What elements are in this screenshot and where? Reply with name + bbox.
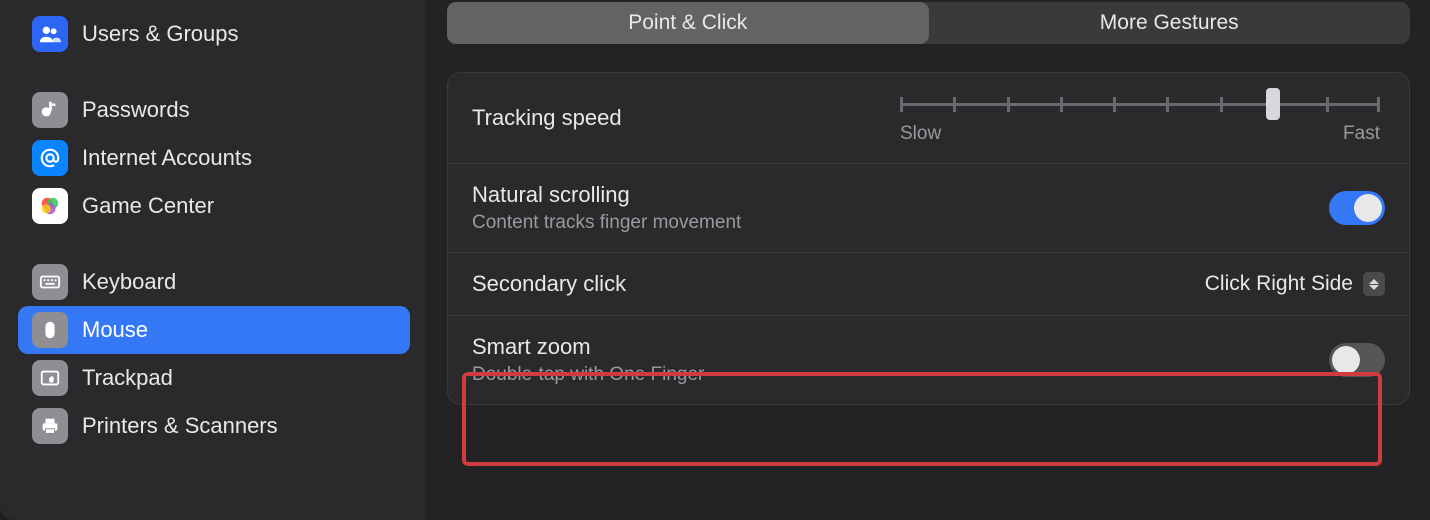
secondary-click-popup[interactable]: Click Right Side	[1205, 272, 1385, 296]
mouse-icon	[32, 312, 68, 348]
tracking-speed-slider[interactable]	[900, 91, 1380, 117]
natural-scrolling-toggle[interactable]	[1329, 191, 1385, 225]
sidebar-item-printers-scanners[interactable]: Printers & Scanners	[18, 402, 410, 450]
sidebar-item-label: Trackpad	[82, 365, 173, 391]
sidebar-item-label: Passwords	[82, 97, 190, 123]
setting-title: Tracking speed	[472, 105, 622, 131]
keyboard-icon	[32, 264, 68, 300]
smart-zoom-toggle[interactable]	[1329, 343, 1385, 377]
slider-low-label: Slow	[900, 123, 941, 145]
key-icon	[32, 92, 68, 128]
row-tracking-speed: Tracking speed Slow	[448, 73, 1409, 164]
users-icon	[32, 16, 68, 52]
sidebar-item-users-groups[interactable]: Users & Groups	[18, 10, 410, 58]
sidebar-item-label: Printers & Scanners	[82, 413, 278, 439]
tab-bar: Point & Click More Gestures	[447, 2, 1410, 44]
tab-more-gestures[interactable]: More Gestures	[929, 2, 1411, 44]
sidebar-item-passwords[interactable]: Passwords	[18, 86, 410, 134]
setting-title: Natural scrolling	[472, 182, 741, 208]
sidebar-item-label: Users & Groups	[82, 21, 239, 47]
sidebar: Users & Groups Passwords Internet Accoun…	[0, 0, 425, 520]
tab-label: Point & Click	[628, 11, 747, 35]
sidebar-item-internet-accounts[interactable]: Internet Accounts	[18, 134, 410, 182]
sidebar-item-game-center[interactable]: Game Center	[18, 182, 410, 230]
sidebar-item-label: Game Center	[82, 193, 214, 219]
sidebar-item-label: Keyboard	[82, 269, 176, 295]
row-secondary-click: Secondary click Click Right Side	[448, 253, 1409, 316]
row-smart-zoom: Smart zoom Double-tap with One Finger	[448, 316, 1409, 404]
sidebar-item-mouse[interactable]: Mouse	[18, 306, 410, 354]
row-natural-scrolling: Natural scrolling Content tracks finger …	[448, 164, 1409, 253]
slider-thumb[interactable]	[1266, 88, 1280, 120]
setting-subtitle: Double-tap with One Finger	[472, 364, 704, 386]
setting-title: Secondary click	[472, 271, 626, 297]
setting-subtitle: Content tracks finger movement	[472, 212, 741, 234]
printer-icon	[32, 408, 68, 444]
settings-panel: Tracking speed Slow	[447, 72, 1410, 405]
slider-high-label: Fast	[1343, 123, 1380, 145]
sidebar-item-trackpad[interactable]: Trackpad	[18, 354, 410, 402]
chevron-updown-icon	[1363, 272, 1385, 296]
trackpad-icon	[32, 360, 68, 396]
tab-label: More Gestures	[1100, 11, 1239, 35]
setting-title: Smart zoom	[472, 334, 704, 360]
at-icon	[32, 140, 68, 176]
gamecenter-icon	[32, 188, 68, 224]
popup-value: Click Right Side	[1205, 272, 1353, 296]
tab-point-click[interactable]: Point & Click	[447, 2, 929, 44]
sidebar-item-keyboard[interactable]: Keyboard	[18, 258, 410, 306]
main-panel: Point & Click More Gestures Tracking spe…	[425, 0, 1430, 520]
sidebar-item-label: Internet Accounts	[82, 145, 252, 171]
sidebar-item-label: Mouse	[82, 317, 148, 343]
